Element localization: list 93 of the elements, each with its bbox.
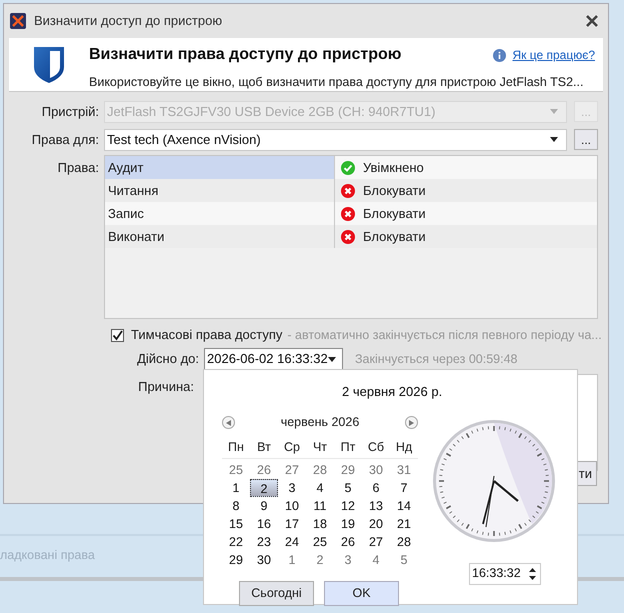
calendar-day[interactable]: 9 (250, 497, 278, 516)
header-title: Визначити права доступу до пристрою (89, 45, 402, 65)
calendar-day[interactable]: 16 (250, 515, 278, 534)
browse-button[interactable]: ... (574, 129, 598, 150)
calendar-day[interactable]: 12 (334, 497, 362, 516)
field-label: Причина: (137, 378, 195, 396)
calendar-day[interactable]: 2 (306, 551, 334, 570)
checkbox-label: Тимчасові права доступу (131, 326, 282, 344)
weekday-label: Чт (312, 438, 328, 456)
calendar-day[interactable]: 2 (250, 479, 278, 498)
checkmark-icon (112, 330, 123, 340)
calendar-day[interactable]: 19 (334, 515, 362, 534)
calendar-day[interactable]: 29 (222, 551, 250, 570)
rights-row[interactable]: Виконати Блокувати (105, 225, 597, 248)
rights-row[interactable]: Запис Блокувати (105, 202, 597, 225)
calendar-day[interactable]: 14 (390, 497, 418, 516)
field-label: Дійсно до: (136, 350, 200, 368)
calendar-day[interactable]: 18 (306, 515, 334, 534)
spin-arrows-icon (529, 566, 536, 580)
field-label: Права: (56, 159, 100, 177)
app-logo-icon (10, 13, 26, 29)
calendar-day[interactable]: 29 (334, 461, 362, 480)
calendar-day[interactable]: 8 (222, 497, 250, 516)
table-cell: Виконати (105, 225, 335, 248)
month-title: червень 2026 (280, 414, 360, 432)
calendar-day[interactable]: 21 (390, 515, 418, 534)
calendar-day[interactable]: 1 (222, 479, 250, 498)
window-title: Визначити доступ до пристрою (34, 12, 224, 30)
table-cell-text: Блокувати (363, 204, 426, 223)
calendar-day[interactable]: 15 (222, 515, 250, 534)
calendar-day[interactable]: 26 (250, 461, 278, 480)
calendar-day[interactable]: 5 (334, 479, 362, 498)
help-link[interactable]: Як це працює? (512, 46, 595, 64)
previous-month-button[interactable] (222, 416, 235, 429)
caret-icon (550, 109, 558, 114)
field-label: Пристрій: (40, 102, 100, 121)
calendar-day[interactable]: 23 (250, 533, 278, 552)
date-time-combo[interactable]: 2026-06-02 16:33:32 (204, 348, 343, 370)
calendar-day[interactable]: 30 (362, 461, 390, 480)
calendar-day[interactable]: 11 (306, 497, 334, 516)
calendar-day[interactable]: 28 (306, 461, 334, 480)
calendar-day[interactable]: 25 (306, 533, 334, 552)
rights-row[interactable]: Аудит Увімкнено (105, 156, 597, 179)
calendar-day[interactable]: 3 (278, 479, 306, 498)
calendar-day[interactable]: 10 (278, 497, 306, 516)
header-subtitle: Використовуйте це вікно, щоб визначити права доступу для пристрою JetFlash TS2... (89, 74, 584, 91)
left-arrow-icon (226, 420, 231, 426)
table-cell: Аудит (105, 156, 335, 179)
rights-row[interactable]: Читання Блокувати (105, 179, 597, 202)
table-cell-text: Блокувати (363, 228, 426, 246)
calendar-day[interactable]: 7 (390, 479, 418, 498)
calendar-day[interactable]: 31 (390, 461, 418, 480)
weekday-label: Вт (256, 438, 272, 456)
checkbox[interactable] (111, 328, 124, 342)
right-arrow-icon (408, 420, 414, 426)
info-icon (493, 48, 506, 62)
calendar-day[interactable]: 4 (362, 551, 390, 570)
table-cell-text: Блокувати (363, 182, 426, 200)
calendar-day[interactable]: 6 (362, 479, 390, 498)
table-cell-text: Увімкнено (363, 158, 424, 177)
calendar-day[interactable]: 27 (362, 533, 390, 552)
calendar-day[interactable]: 20 (362, 515, 390, 534)
calendar-day[interactable]: 13 (362, 497, 390, 516)
calendar-day[interactable]: 27 (278, 461, 306, 480)
calendar-day[interactable]: 1 (278, 551, 306, 570)
close-icon (586, 15, 598, 27)
calendar-day[interactable]: 22 (222, 533, 250, 552)
caret-icon (328, 356, 336, 362)
calendar-day[interactable]: 5 (390, 551, 418, 570)
time-spinner[interactable]: 16:33:32 (469, 562, 541, 584)
calendar-day[interactable]: 28 (390, 533, 418, 552)
weekday-label: Ср (283, 438, 301, 456)
weekday-label: Сб (366, 438, 386, 456)
calendar-day[interactable]: 24 (278, 533, 306, 552)
calendar-day[interactable]: 4 (306, 479, 334, 498)
ok-button[interactable]: OK (324, 581, 399, 606)
expiry-text: Закінчується через 00:59:48 (355, 350, 518, 368)
weekday-label: Пт (340, 438, 356, 456)
combo-box[interactable]: Test tech (Axence nVision) (104, 128, 567, 150)
calendar-day[interactable]: 17 (278, 515, 306, 534)
weekday-label: Пн (227, 438, 245, 456)
calendar-day[interactable]: 30 (250, 551, 278, 570)
next-month-button[interactable] (404, 416, 418, 429)
today-button[interactable]: Сьогодні (239, 581, 314, 606)
weekday-label: Нд (394, 438, 414, 456)
calendar-day[interactable]: 26 (334, 533, 362, 552)
calendar-day[interactable]: 25 (222, 461, 250, 480)
field-label: Права для: (30, 130, 100, 149)
caret-icon (550, 137, 558, 142)
shield-icon (34, 46, 64, 82)
selected-date-title: 2 червня 2026 р. (342, 383, 444, 401)
calendar-day[interactable]: 3 (334, 551, 362, 570)
hint-text: - автоматично закінчується після певного періоду ча... (287, 326, 602, 344)
